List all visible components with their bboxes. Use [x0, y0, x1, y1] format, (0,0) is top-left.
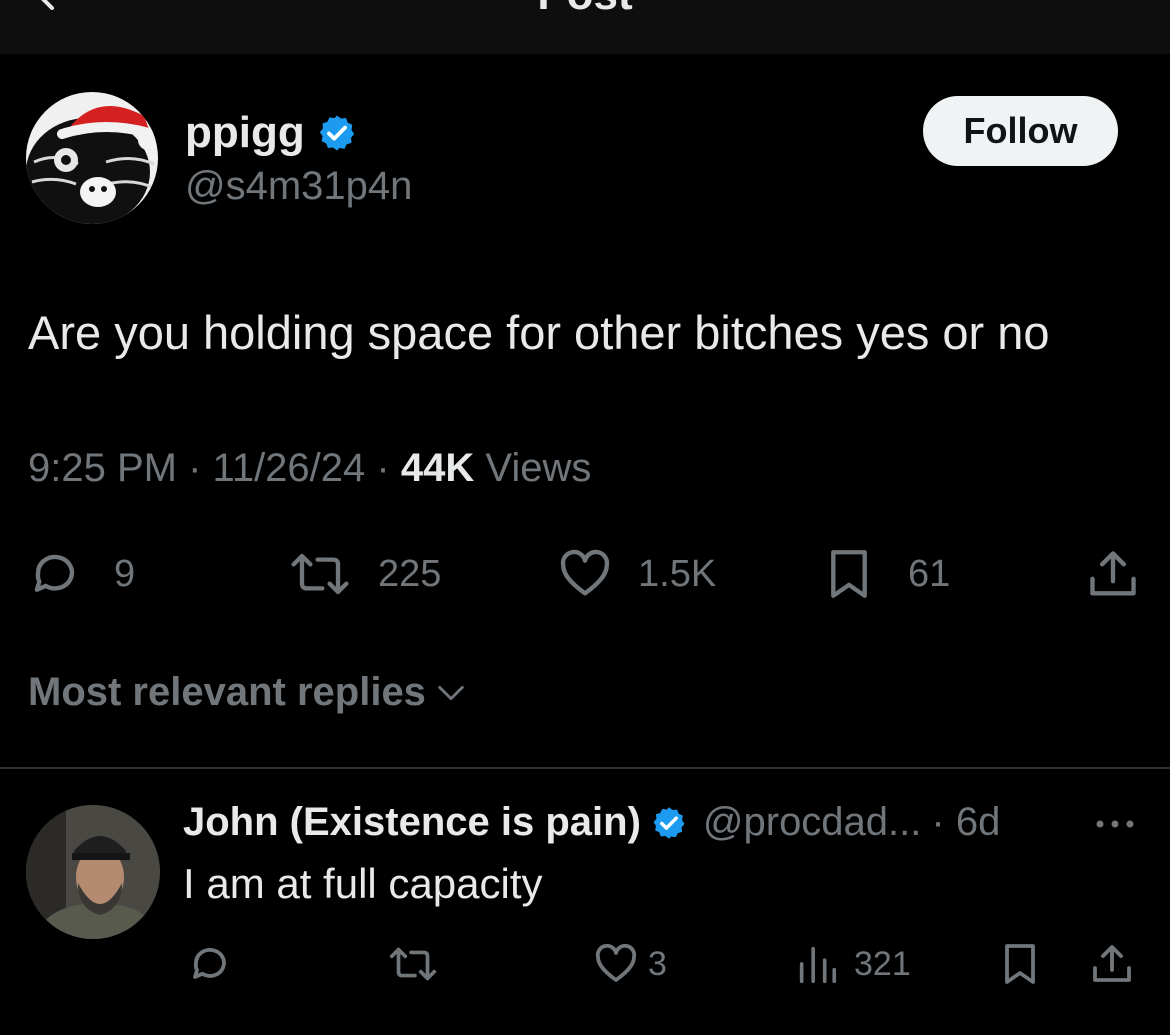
author-name-text[interactable]: ppigg: [185, 108, 305, 158]
reply-action[interactable]: 9: [26, 545, 135, 603]
reply-icon: [34, 554, 75, 592]
post-text: Are you holding space for other bitches …: [28, 306, 1050, 359]
like-action[interactable]: 1.5K: [556, 545, 716, 603]
repost-count: 225: [378, 552, 442, 595]
repost-icon: [291, 553, 349, 595]
views-label[interactable]: Views: [485, 446, 591, 490]
meta-separator: ·: [188, 446, 202, 490]
like-count: 1.5K: [638, 552, 717, 595]
reply-bookmark-action[interactable]: [996, 940, 1044, 988]
repost-icon: [389, 947, 437, 981]
reply-icon: [193, 947, 226, 979]
bookmark-icon: [1005, 944, 1035, 984]
reply-views-count: 321: [854, 944, 911, 983]
reply-author-name[interactable]: John (Existence is pain): [183, 800, 641, 845]
follow-button[interactable]: Follow: [923, 96, 1118, 166]
reply-count: 9: [114, 552, 136, 595]
reply-avatar[interactable]: [26, 805, 160, 939]
views-count[interactable]: 44K: [401, 446, 474, 490]
reply-age: · 6d: [931, 800, 1001, 844]
post-time: 9:25 PM: [28, 446, 177, 490]
more-icon[interactable]: [1090, 812, 1140, 836]
divider: [0, 767, 1170, 769]
reply-reply-action[interactable]: [186, 940, 234, 988]
reply-author-handle[interactable]: @procdad...: [703, 800, 922, 845]
reply-like-action[interactable]: 3: [592, 940, 667, 988]
replies-sort-label[interactable]: Most relevant replies: [28, 670, 426, 715]
top-bar: Post: [0, 0, 1170, 54]
like-icon: [595, 943, 637, 982]
reply-like-count: 3: [648, 944, 667, 983]
bookmark-action[interactable]: 61: [820, 545, 950, 603]
reply-text: I am at full capacity: [183, 860, 543, 907]
author-avatar[interactable]: [26, 92, 158, 224]
views-icon: [799, 946, 837, 984]
post-date: 11/26/24: [212, 446, 366, 490]
page-title: Post: [0, 0, 1170, 20]
share-icon: [1093, 945, 1131, 982]
share-icon: [1090, 551, 1136, 596]
replies-sort-dropdown[interactable]: Most relevant replies: [28, 670, 468, 715]
reply-repost-action[interactable]: [384, 940, 442, 988]
bookmark-icon: [831, 550, 867, 598]
repost-action[interactable]: 225: [284, 545, 441, 603]
post-meta: 9:25 PM · 11/26/24 · 44K Views: [28, 446, 591, 491]
author-name[interactable]: ppigg: [185, 108, 357, 158]
like-icon: [560, 549, 610, 596]
reply-header: John (Existence is pain) @procdad... · 6…: [183, 800, 1000, 845]
share-action[interactable]: [1084, 545, 1142, 603]
bookmark-count: 61: [908, 552, 951, 595]
verified-icon: [653, 806, 685, 839]
reply-views-action[interactable]: 321: [794, 940, 911, 988]
meta-separator: ·: [376, 446, 390, 490]
chevron-down-icon: [438, 685, 464, 700]
reply-share-action[interactable]: [1088, 940, 1136, 988]
author-handle[interactable]: @s4m31p4n: [185, 164, 412, 209]
verified-icon: [319, 115, 354, 151]
